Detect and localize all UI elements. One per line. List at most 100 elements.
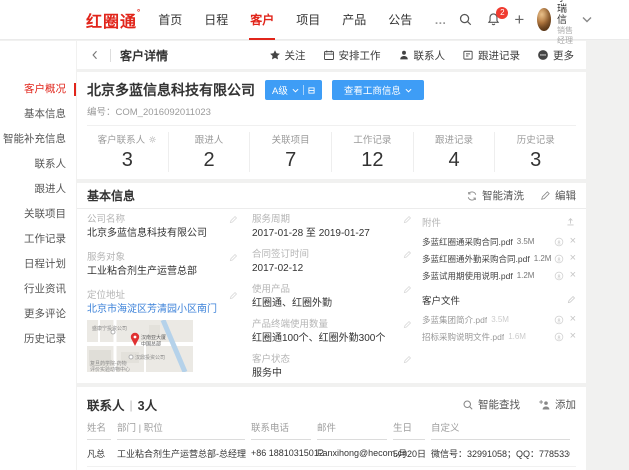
sidebar-item-smart-supplement[interactable]: 智能补充信息: [0, 127, 76, 152]
app-logo[interactable]: 红圈通°: [86, 8, 141, 32]
field-company-name: 公司名称 北京多蓝信息科技有限公司: [87, 214, 252, 240]
bell-icon[interactable]: 2: [486, 12, 501, 27]
sidebar-item-schedule-plan[interactable]: 日程计划: [0, 252, 76, 277]
download-icon[interactable]: [554, 271, 564, 281]
pencil-icon[interactable]: [403, 215, 412, 224]
contacts-card: 联系人 | 3人 智能查找 添加 姓名 部门 | 职位 联系电话 邮件 生日: [77, 387, 586, 470]
back-icon: [89, 49, 101, 61]
navbar-right: 2 + 李瑞信 销售经理: [458, 0, 629, 46]
more-circle-icon: [537, 49, 549, 61]
stat-followers[interactable]: 跟进人 2: [168, 132, 250, 172]
nav-item-home[interactable]: 首页: [147, 0, 193, 40]
user-menu[interactable]: 李瑞信 销售经理: [537, 0, 592, 46]
edit-button[interactable]: 编辑: [540, 188, 576, 203]
add-new-button[interactable]: +: [514, 12, 524, 28]
stat-followup-records[interactable]: 跟进记录 4: [413, 132, 495, 172]
company-summary-card: 北京多蓝信息科技有限公司 A级 查看工商信息 编号：COM_2016092011…: [77, 72, 586, 179]
sidebar-item-history-records[interactable]: 历史记录: [0, 327, 76, 352]
stat-related-projects[interactable]: 关联项目 7: [249, 132, 331, 172]
file-name[interactable]: 多蓝集团简介.pdf: [422, 314, 487, 326]
add-contact-button[interactable]: 添加: [538, 397, 576, 412]
smart-search-button[interactable]: 智能查找: [462, 397, 520, 412]
attachment-row: 多蓝红圈通外勤采购合同.pdf 1.2M ×: [422, 250, 576, 267]
grade-badge[interactable]: A级: [265, 80, 322, 100]
smart-clean-button[interactable]: 智能清洗: [466, 188, 524, 203]
business-info-button[interactable]: 查看工商信息: [332, 80, 424, 100]
followup-records-button[interactable]: 跟进记录: [462, 48, 520, 63]
contacts-count: 3人: [138, 395, 157, 414]
gear-icon[interactable]: [148, 135, 157, 144]
close-icon[interactable]: ×: [570, 236, 576, 247]
basic-info-col-left: 公司名称 北京多蓝信息科技有限公司 服务对象 工业粘合剂生产运营总部 定位地址 …: [87, 214, 252, 380]
pencil-icon[interactable]: [229, 215, 238, 224]
nav-item-project[interactable]: 项目: [285, 0, 331, 40]
download-icon[interactable]: [554, 332, 564, 342]
sidebar-item-industry-news[interactable]: 行业资讯: [0, 277, 76, 302]
file-name[interactable]: 多蓝红圈通外勤采购合同.pdf: [422, 253, 530, 265]
stat-work-records[interactable]: 工作记录 12: [331, 132, 413, 172]
pencil-icon[interactable]: [403, 355, 412, 364]
contacts-title: 联系人: [87, 395, 125, 414]
sidebar-item-contacts[interactable]: 联系人: [0, 152, 76, 177]
user-role: 销售经理: [557, 26, 576, 46]
attachment-row: 多蓝红圈通采购合同.pdf 3.5M ×: [422, 233, 576, 250]
logo-degree-mark: °: [137, 8, 141, 17]
sidebar-item-basic-info[interactable]: 基本信息: [0, 102, 76, 127]
title-pipe: |: [130, 398, 133, 412]
file-name[interactable]: 多蓝红圈通采购合同.pdf: [422, 236, 513, 248]
svg-text:汉南亚大厦: 汉南亚大厦: [141, 334, 166, 341]
address-link[interactable]: 北京市海淀区芳清园小区南门: [87, 304, 252, 316]
cell-birthday: 5月20日: [393, 447, 425, 460]
sidebar-item-work-records[interactable]: 工作记录: [0, 227, 76, 252]
person-icon: [398, 49, 410, 61]
search-icon[interactable]: [458, 12, 473, 27]
table-row[interactable]: 凡总 工业粘合剂生产运营总部-总经理 +86 18810315012 Fanxi…: [87, 440, 576, 467]
customer-file-row: 招标采购说明文件.pdf 1.6M ×: [422, 328, 576, 345]
svg-text:中国总部: 中国总部: [141, 341, 161, 348]
field-customer-status: 客户状态 服务中: [252, 354, 422, 380]
download-icon[interactable]: [554, 237, 564, 247]
nav-item-customer[interactable]: 客户: [239, 0, 285, 40]
sidebar-item-related-projects[interactable]: 关联项目: [0, 202, 76, 227]
clean-icon: [466, 190, 478, 202]
schedule-work-button[interactable]: 安排工作: [323, 48, 381, 63]
upload-icon[interactable]: [565, 216, 576, 227]
notification-badge: 2: [496, 7, 508, 19]
pencil-icon[interactable]: [403, 320, 412, 329]
pencil-icon[interactable]: [403, 250, 412, 259]
chevron-down-icon[interactable]: [582, 16, 592, 23]
more-actions-button[interactable]: 更多: [537, 48, 574, 63]
nav-item-product[interactable]: 产品: [331, 0, 377, 40]
pencil-icon[interactable]: [229, 253, 238, 262]
main-nav: 首页 日程 客户 项目 产品 公告 …: [147, 0, 458, 40]
nav-item-announcement[interactable]: 公告: [377, 0, 423, 40]
download-icon[interactable]: [554, 254, 564, 264]
pencil-icon[interactable]: [567, 295, 576, 304]
follow-button[interactable]: 关注: [269, 48, 306, 63]
close-icon[interactable]: ×: [570, 253, 576, 264]
file-name[interactable]: 招标采购说明文件.pdf: [422, 331, 504, 343]
stats-row: 客户联系人 3 跟进人 2 关联项目 7 工作记录 12 跟进记录 4: [87, 125, 576, 179]
title-divider: [110, 49, 111, 62]
badge-divider: [303, 85, 304, 95]
file-name[interactable]: 多蓝试用期使用说明.pdf: [422, 270, 513, 282]
field-contract-date: 合同签订时间 2017-02-12: [252, 249, 422, 275]
close-icon[interactable]: ×: [570, 314, 576, 325]
stat-history-records[interactable]: 历史记录 3: [494, 132, 576, 172]
pencil-icon[interactable]: [229, 291, 238, 300]
sidebar-item-customer-overview[interactable]: 客户概况: [0, 77, 76, 102]
contacts-button[interactable]: 联系人: [398, 48, 446, 63]
sidebar-item-more-comments[interactable]: 更多评论: [0, 302, 76, 327]
file-size: 3.5M: [491, 315, 509, 324]
close-icon[interactable]: ×: [570, 331, 576, 342]
close-icon[interactable]: ×: [570, 270, 576, 281]
sidebar-item-follower[interactable]: 跟进人: [0, 177, 76, 202]
pencil-icon[interactable]: [403, 285, 412, 294]
download-icon[interactable]: [554, 315, 564, 325]
back-button[interactable]: [89, 49, 101, 61]
map-preview[interactable]: 盛康宁投资公司 汉南亚大厦 中国总部 汉鼎投资公司 复旦药学院-药物 评价实验动…: [87, 320, 193, 372]
stat-customer-contacts[interactable]: 客户联系人 3: [87, 132, 168, 172]
nav-item-schedule[interactable]: 日程: [193, 0, 239, 40]
avatar[interactable]: [537, 8, 551, 31]
nav-more-button[interactable]: …: [423, 0, 458, 40]
